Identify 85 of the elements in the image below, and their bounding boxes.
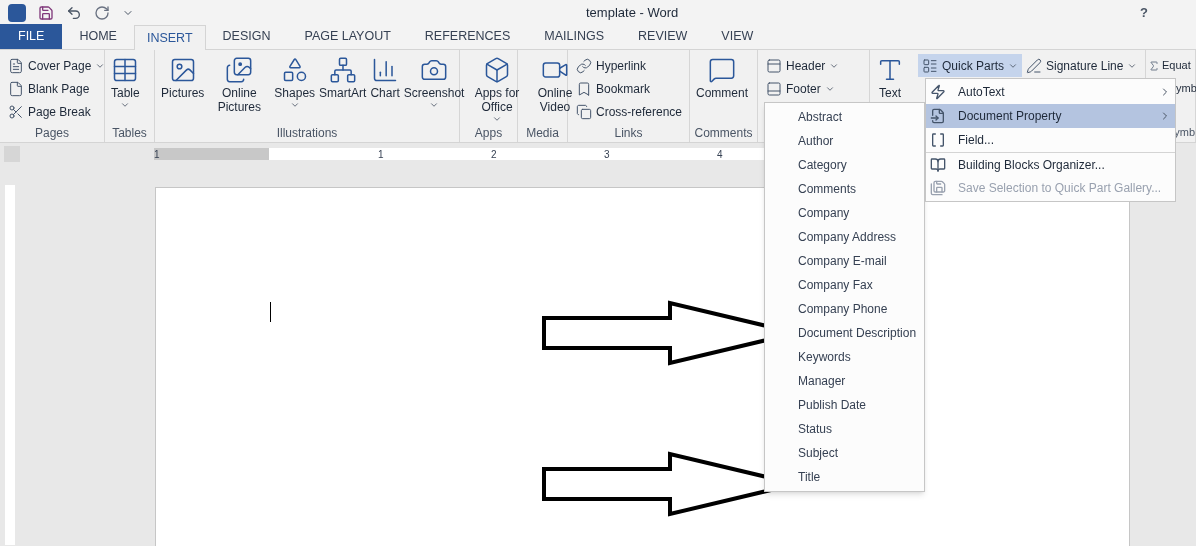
ribbon-tab[interactable]: HOME: [62, 24, 134, 49]
ribbon-tab[interactable]: FILE: [0, 24, 63, 49]
pictures-icon: [225, 56, 254, 84]
menu-item[interactable]: Document Property: [926, 104, 1175, 128]
diagram-icon: [328, 56, 357, 84]
ribbon-button[interactable]: Table: [109, 54, 142, 124]
page-break-icon: [8, 103, 24, 120]
ribbon-button[interactable]: Equat: [1146, 54, 1196, 77]
ribbon-button[interactable]: Screenshot: [401, 54, 467, 124]
page-icon: [8, 80, 24, 97]
ribbon-button[interactable]: Comment: [694, 54, 750, 124]
ribbon-tab[interactable]: VIEW: [704, 24, 771, 49]
organizer-icon: [930, 156, 946, 173]
window-title: template - Word: [586, 3, 679, 22]
page-icon: [8, 57, 24, 74]
lightning-icon: [930, 84, 946, 100]
menu-item[interactable]: Category: [765, 153, 924, 177]
property-icon: [930, 108, 946, 124]
text-cursor: [270, 302, 271, 322]
undo-icon[interactable]: [66, 4, 82, 21]
menu-item[interactable]: Title: [765, 465, 924, 489]
sigma-icon: [1148, 59, 1160, 72]
caret-icon: [429, 100, 440, 110]
group-label: Links: [614, 125, 643, 142]
ribbon-tab[interactable]: INSERT: [133, 25, 206, 50]
group-label: Media: [526, 125, 559, 142]
menu-item[interactable]: Subject: [765, 441, 924, 465]
cross-reference-icon: [576, 103, 592, 120]
ribbon-button[interactable]: Header: [762, 54, 844, 77]
menu-item[interactable]: Status: [765, 417, 924, 441]
redo-icon[interactable]: [94, 4, 110, 21]
ribbon-button[interactable]: Quick Parts: [918, 54, 1022, 77]
link-icon: [576, 57, 592, 74]
cube-icon: [483, 56, 511, 84]
ruler-number: 2: [491, 147, 497, 162]
menu-item[interactable]: Field...: [926, 128, 1175, 152]
group-label: Illustrations: [276, 125, 338, 142]
menu-item[interactable]: Company Phone: [765, 297, 924, 321]
pen-icon: [1026, 57, 1042, 74]
ribbon-button[interactable]: Chart: [368, 54, 402, 124]
ribbon-tab[interactable]: REFERENCES: [407, 24, 528, 49]
group-label: Comments: [694, 125, 753, 142]
ruler-number: 4: [717, 147, 723, 162]
menu-item[interactable]: Keywords: [765, 345, 924, 369]
menu-item[interactable]: Author: [765, 129, 924, 153]
ribbon-button[interactable]: SmartArt: [317, 54, 369, 124]
header-icon: [766, 57, 782, 74]
caret-icon: [289, 100, 300, 110]
ribbon-button[interactable]: Pictures: [159, 54, 207, 124]
menu-item[interactable]: Document Description: [765, 321, 924, 345]
ribbon-button[interactable]: Cover Page: [4, 54, 110, 77]
note-icon: [708, 56, 736, 84]
caret-icon: [492, 114, 502, 124]
menu-item[interactable]: Building Blocks Organizer...: [926, 152, 1175, 176]
menu-item[interactable]: Publish Date: [765, 393, 924, 417]
menu-item[interactable]: Company Address: [765, 225, 924, 249]
ruler-number: 3: [604, 147, 610, 162]
ruler-number: 1: [378, 147, 384, 162]
ribbon-button[interactable]: Blank Page: [4, 77, 110, 100]
save-icon: [930, 180, 946, 196]
footer-icon: [766, 80, 782, 97]
ribbon-button[interactable]: Footer: [762, 77, 844, 100]
menu-item[interactable]: Company E-mail: [765, 249, 924, 273]
save-icon[interactable]: [38, 4, 54, 21]
ribbon-button[interactable]: Page Break: [4, 100, 110, 123]
ribbon-tab[interactable]: MAILINGS: [527, 24, 622, 49]
group-label: Apps: [474, 125, 503, 142]
ribbon-tab[interactable]: PAGE LAYOUT: [287, 24, 408, 49]
field-icon: [930, 132, 946, 148]
caret-icon: [120, 100, 131, 110]
group-label: Tables: [112, 125, 147, 142]
ribbon-button[interactable]: Signature Line: [1022, 54, 1142, 77]
ribbon-tab[interactable]: DESIGN: [205, 24, 288, 49]
parts-icon: [922, 57, 938, 74]
flag-icon: [576, 80, 592, 97]
ribbon-tab[interactable]: REVIEW: [621, 24, 705, 49]
ribbon-button[interactable]: Shapes: [272, 54, 318, 124]
ribbon-button[interactable]: Online Pictures: [206, 54, 273, 124]
ruler-number: 1: [154, 147, 160, 162]
menu-item[interactable]: Manager: [765, 369, 924, 393]
menu-item[interactable]: Comments: [765, 177, 924, 201]
group-label: Pages: [35, 125, 69, 142]
menu-item[interactable]: Company Fax: [765, 273, 924, 297]
menu-item[interactable]: Company: [765, 201, 924, 225]
help-button[interactable]: ?: [1140, 2, 1148, 23]
